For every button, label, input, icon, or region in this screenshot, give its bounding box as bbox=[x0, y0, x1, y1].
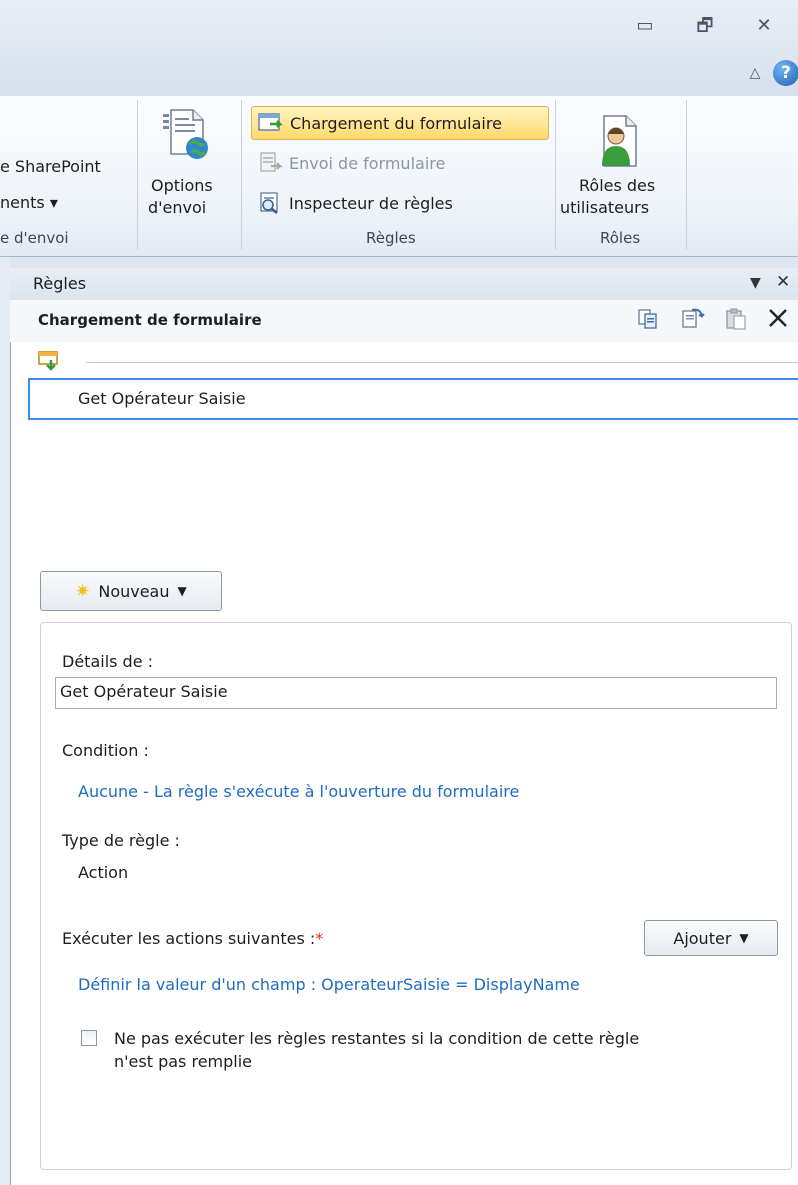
roles-label-1: Rôles des bbox=[579, 176, 656, 195]
options-envoi-label-1: Options bbox=[151, 176, 213, 195]
close-window-icon[interactable]: ✕ bbox=[752, 14, 776, 38]
pane-close-icon[interactable]: ✕ bbox=[776, 272, 790, 292]
roles-utilisateurs-button[interactable]: Rôles des utilisateurs bbox=[560, 102, 682, 224]
stop-rules-label-2: n'est pas remplie bbox=[114, 1052, 253, 1071]
details-label: Détails de : bbox=[62, 652, 154, 671]
form-load-event-icon bbox=[38, 351, 58, 371]
chevron-down-icon: ▼ bbox=[739, 931, 749, 945]
stop-rules-checkbox[interactable] bbox=[81, 1030, 97, 1046]
stop-rules-label-1: Ne pas exécuter les règles restantes si … bbox=[114, 1029, 640, 1048]
pane-gap bbox=[0, 257, 798, 268]
ribbon-sharepoint-item[interactable]: e SharePoint bbox=[0, 157, 101, 176]
condition-label: Condition : bbox=[62, 741, 149, 760]
options-envoi-label-2: d'envoi bbox=[148, 198, 207, 217]
ribbon-separator bbox=[241, 100, 242, 250]
form-load-icon bbox=[258, 113, 283, 131]
envoi-formulaire-label: Envoi de formulaire bbox=[289, 153, 446, 173]
new-star-icon: ✷ bbox=[75, 580, 91, 602]
chevron-down-icon: ▼ bbox=[177, 584, 187, 598]
action-link[interactable]: Définir la valeur d'un champ : Operateur… bbox=[78, 975, 580, 994]
inspecteur-regles-label: Inspecteur de règles bbox=[289, 193, 453, 213]
copy-rule-with-arrow-icon[interactable] bbox=[680, 306, 706, 332]
rule-name-field[interactable]: Get Opérateur Saisie bbox=[55, 677, 777, 709]
left-gutter bbox=[0, 257, 10, 1185]
required-marker: * bbox=[315, 929, 324, 948]
form-submit-icon bbox=[260, 152, 283, 172]
new-rule-button[interactable]: ✷ Nouveau ▼ bbox=[40, 571, 222, 611]
condition-link[interactable]: Aucune - La règle s'exécute à l'ouvertur… bbox=[78, 782, 519, 801]
pane-menu-icon[interactable]: ▼ bbox=[750, 275, 761, 291]
options-envoi-button[interactable]: Options d'envoi bbox=[143, 102, 237, 224]
ribbon-tab-row bbox=[0, 52, 798, 97]
inspecteur-regles-button[interactable]: Inspecteur de règles bbox=[251, 186, 549, 220]
rule-type-value: Action bbox=[78, 863, 129, 882]
user-roles-icon bbox=[602, 115, 637, 167]
title-bar bbox=[0, 0, 798, 52]
ribbon-group-label-regles: Règles bbox=[366, 229, 416, 247]
rule-inspector-icon bbox=[260, 192, 278, 214]
chargement-formulaire-label: Chargement du formulaire bbox=[290, 113, 502, 133]
pane-title: Règles bbox=[33, 274, 87, 293]
restore-icon[interactable]: 🗗 bbox=[693, 14, 717, 38]
options-envoi-icon bbox=[163, 109, 208, 159]
rules-divider bbox=[86, 362, 798, 363]
pane-header bbox=[10, 268, 798, 300]
ribbon-separator bbox=[686, 100, 687, 250]
ribbon-group-label-roles: Rôles bbox=[600, 229, 641, 247]
rule-type-label: Type de règle : bbox=[62, 831, 180, 850]
roles-label-2: utilisateurs bbox=[560, 198, 650, 217]
actions-label: Exécuter les actions suivantes :* bbox=[62, 929, 324, 948]
paste-rule-icon[interactable] bbox=[724, 307, 748, 331]
ribbon-separator bbox=[555, 100, 556, 250]
copy-rule-icon[interactable] bbox=[636, 307, 660, 331]
rule-item-label: Get Opérateur Saisie bbox=[78, 389, 246, 408]
new-rule-label: Nouveau bbox=[98, 581, 170, 601]
ribbon-partial-dropdown[interactable]: nents ▾ bbox=[0, 193, 58, 212]
help-icon[interactable]: ? bbox=[773, 60, 798, 86]
ribbon-group-label-envoi: e d'envoi bbox=[0, 229, 69, 247]
rules-section-title: Chargement de formulaire bbox=[38, 311, 262, 329]
envoi-formulaire-button[interactable]: Envoi de formulaire bbox=[251, 146, 549, 180]
delete-rule-icon[interactable] bbox=[766, 306, 790, 330]
add-action-label: Ajouter bbox=[673, 928, 732, 948]
collapse-ribbon-icon[interactable]: △ bbox=[746, 64, 764, 82]
minimize-icon[interactable]: ▭ bbox=[633, 14, 657, 38]
add-action-button[interactable]: Ajouter ▼ bbox=[644, 920, 778, 956]
chargement-formulaire-button[interactable]: Chargement du formulaire bbox=[251, 106, 549, 140]
ribbon-separator bbox=[137, 100, 138, 250]
